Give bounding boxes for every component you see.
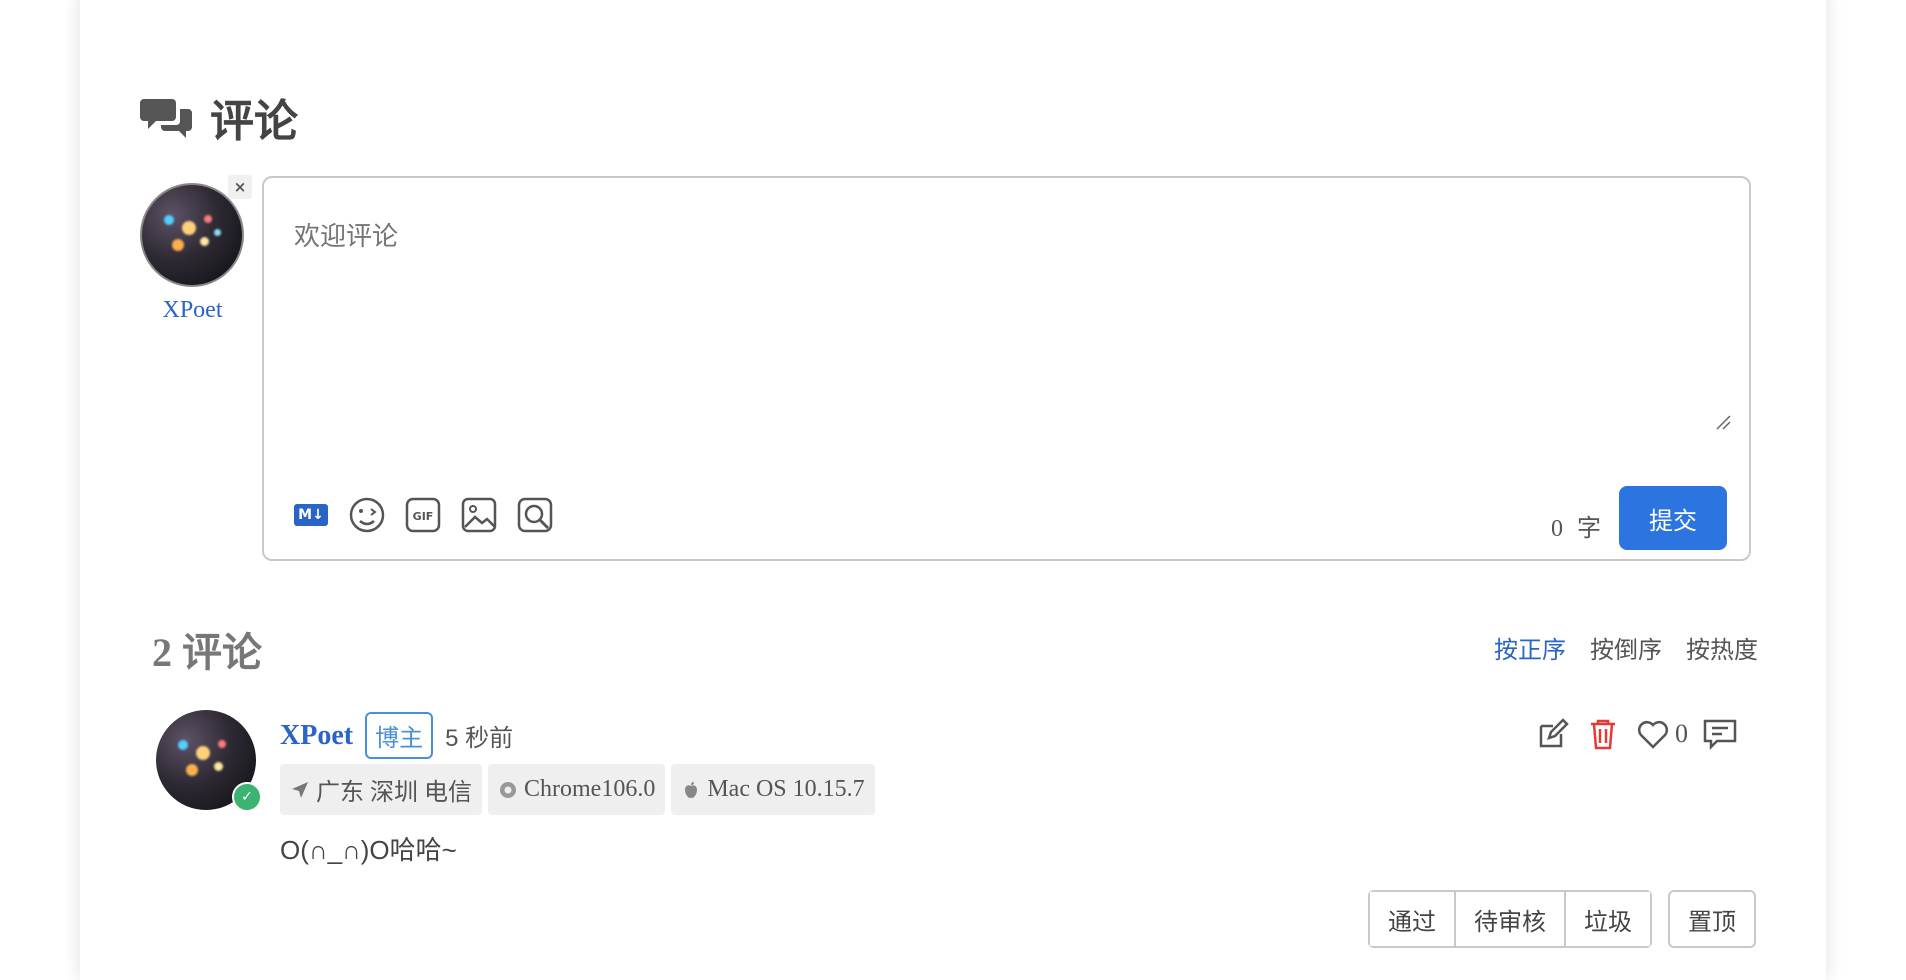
spam-button[interactable]: 垃圾 <box>1564 892 1650 946</box>
markdown-button[interactable]: M↓ <box>290 494 332 536</box>
comment-time: 5 秒前 <box>445 725 514 752</box>
current-user-name[interactable]: XPoet <box>140 297 245 324</box>
browser-text: Chrome106.0 <box>524 776 656 802</box>
image-button[interactable] <box>458 494 500 536</box>
edit-icon[interactable] <box>1535 716 1571 752</box>
pending-button[interactable]: 待审核 <box>1454 892 1564 946</box>
emoji-icon <box>349 497 385 533</box>
approve-button[interactable]: 通过 <box>1370 892 1454 946</box>
comments-icon <box>140 99 192 138</box>
sort-options: 按正序 按倒序 按热度 <box>1494 630 1758 665</box>
submit-button[interactable]: 提交 <box>1619 486 1727 550</box>
chrome-icon <box>500 781 516 798</box>
comment-editor: M↓ GIF <box>262 176 1751 561</box>
preview-button[interactable] <box>514 494 556 536</box>
delete-icon[interactable] <box>1585 716 1621 752</box>
browser-tag: Chrome106.0 <box>488 764 666 815</box>
resize-handle-icon[interactable] <box>1715 414 1731 430</box>
section-title-text: 评论 <box>210 97 298 146</box>
svg-text:GIF: GIF <box>413 510 434 523</box>
image-icon <box>461 497 497 533</box>
author-badge: 博主 <box>365 712 434 759</box>
verified-icon: ✓ <box>232 782 262 812</box>
sort-asc[interactable]: 按正序 <box>1494 630 1566 665</box>
avatar[interactable] <box>140 183 244 287</box>
comment-count: 2 评论 <box>152 630 262 675</box>
comment-content: O(∩_∩)O哈哈~ <box>280 835 457 865</box>
word-count-value: 0 <box>1551 516 1563 542</box>
apple-icon <box>685 781 698 798</box>
gif-icon: GIF <box>405 497 441 533</box>
reply-icon[interactable] <box>1702 716 1738 752</box>
editor-toolbar: M↓ GIF <box>290 494 556 536</box>
moderation-group: 通过 待审核 垃圾 <box>1368 890 1652 948</box>
sort-desc[interactable]: 按倒序 <box>1590 630 1662 665</box>
comment-actions: 0 <box>1535 716 1738 752</box>
word-count-unit: 字 <box>1577 516 1601 542</box>
gif-button[interactable]: GIF <box>402 494 444 536</box>
location-tag: 广东 深圳 电信 <box>280 764 482 815</box>
comment-author[interactable]: XPoet <box>280 720 353 752</box>
remove-avatar-button[interactable]: × <box>228 175 252 199</box>
current-user: XPoet <box>140 183 245 324</box>
comment-meta: 广东 深圳 电信 Chrome106.0 Mac OS 10.15.7 <box>280 764 875 815</box>
location-text: 广东 深圳 电信 <box>316 780 472 806</box>
markdown-icon: M↓ <box>294 504 328 526</box>
pin-button[interactable]: 置顶 <box>1668 890 1756 948</box>
preview-icon <box>517 497 553 533</box>
section-title: 评论 <box>140 85 298 149</box>
location-arrow-icon <box>292 781 308 798</box>
word-count: 0 字 <box>1551 508 1601 543</box>
emoji-button[interactable] <box>346 494 388 536</box>
os-text: Mac OS 10.15.7 <box>707 776 865 802</box>
comment-head: XPoet 博主 5 秒前 <box>280 712 513 759</box>
sort-hot[interactable]: 按热度 <box>1686 630 1758 665</box>
like-count: 0 <box>1675 719 1688 748</box>
os-tag: Mac OS 10.15.7 <box>671 764 875 815</box>
comment-input[interactable] <box>292 214 1726 418</box>
like-icon[interactable] <box>1635 716 1671 752</box>
